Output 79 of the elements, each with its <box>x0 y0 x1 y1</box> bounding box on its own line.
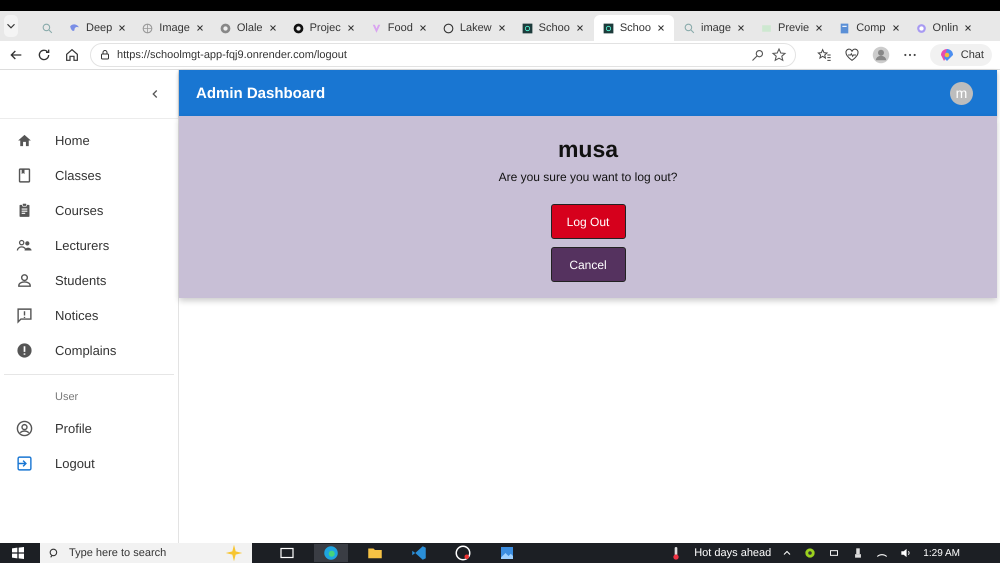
browser-tab[interactable]: Onlin <box>910 15 978 41</box>
nav-item[interactable]: Notices <box>0 298 178 333</box>
heart-pulse-icon[interactable] <box>844 47 860 63</box>
sparkle-icon <box>224 543 244 563</box>
tab-title: Image <box>159 22 190 34</box>
tab-title: Projec <box>310 22 341 34</box>
close-icon[interactable] <box>194 23 205 33</box>
circle-logo-icon <box>292 22 305 34</box>
browser-tab[interactable]: Previe <box>755 15 830 41</box>
profile-icon[interactable] <box>872 46 890 64</box>
chat-button[interactable]: Chat <box>930 44 992 66</box>
close-icon[interactable] <box>268 23 278 33</box>
circle-logo-icon <box>914 22 928 34</box>
close-icon[interactable] <box>117 23 128 33</box>
nav-item[interactable]: Profile <box>0 411 178 446</box>
search-placeholder: Type here to search <box>69 547 166 559</box>
tab-title: Schoo <box>620 22 652 34</box>
close-icon[interactable] <box>814 23 824 33</box>
tab-title: Deep <box>86 22 112 34</box>
key-icon[interactable] <box>750 48 765 62</box>
log-out-button[interactable]: Log Out <box>550 204 626 239</box>
browser-tab[interactable]: Schoo <box>516 15 590 41</box>
nav-item[interactable]: Lecturers <box>0 228 178 263</box>
close-icon[interactable] <box>346 23 356 33</box>
favorites-icon[interactable] <box>816 47 832 63</box>
tab-title: Previe <box>778 22 810 34</box>
close-icon[interactable] <box>574 23 585 33</box>
close-icon[interactable] <box>963 23 974 33</box>
browser-swirl-icon[interactable] <box>314 544 348 562</box>
circle-logo-icon <box>218 22 232 34</box>
browser-tab[interactable]: Food <box>364 15 433 41</box>
tab-title: Lakew <box>460 22 492 34</box>
search-icon <box>41 22 54 34</box>
lock-icon <box>99 49 111 61</box>
clock-time[interactable]: 1:29 AM <box>923 548 960 558</box>
nav-item[interactable]: Courses <box>0 193 178 228</box>
nav-item[interactable]: Complains <box>0 333 178 368</box>
close-icon[interactable] <box>418 23 428 33</box>
close-icon[interactable] <box>496 23 507 33</box>
username: musa <box>558 136 618 163</box>
tab-title: Schoo <box>538 22 570 34</box>
status-dot-icon[interactable] <box>803 546 818 560</box>
refresh-icon[interactable] <box>36 47 52 63</box>
browser-tab[interactable]: Image <box>136 15 210 41</box>
browser-tab[interactable]: Projec <box>286 15 361 41</box>
cancel-button[interactable]: Cancel <box>550 247 626 282</box>
windows-logo-icon[interactable] <box>10 545 26 561</box>
browser-tab[interactable]: Lakew <box>436 15 512 41</box>
tab-list-button[interactable] <box>4 15 18 37</box>
tab-title: Comp <box>856 22 886 34</box>
browser-tab[interactable]: Deep <box>63 15 132 41</box>
app-title: Admin Dashboard <box>196 84 326 102</box>
v-shape-icon <box>370 22 383 34</box>
browser-tab[interactable]: Comp <box>833 15 906 41</box>
confirm-question: Are you sure you want to log out? <box>498 170 678 184</box>
taskbar-search-field[interactable]: Type here to search <box>40 543 252 563</box>
nav-item[interactable]: Logout <box>0 446 178 481</box>
close-icon[interactable] <box>890 23 901 33</box>
tab-title: Olale <box>236 22 263 34</box>
globe-icon <box>141 22 154 34</box>
home-icon[interactable] <box>64 47 80 63</box>
address-field[interactable]: https://schoolmgt-app-fqj9.onrender.com/logout <box>90 43 796 67</box>
nav-item[interactable]: Students <box>0 263 178 298</box>
browser-tab[interactable]: Schoo <box>594 15 674 41</box>
url-text: https://schoolmgt-app-fqj9.onrender.com/logout <box>117 49 347 61</box>
star-icon[interactable] <box>770 47 787 63</box>
weather-text[interactable]: Hot days ahead <box>694 547 772 559</box>
close-icon[interactable] <box>736 23 746 33</box>
document-icon <box>838 22 852 34</box>
close-icon[interactable] <box>656 23 666 33</box>
nav-item[interactable]: Classes <box>0 158 178 193</box>
search-icon <box>683 22 696 34</box>
tab-title: Food <box>388 22 413 34</box>
section-title: User <box>54 390 80 405</box>
browser-tab[interactable]: image <box>678 15 751 41</box>
tab-title: Onlin <box>932 22 958 34</box>
nav-item[interactable]: Home <box>0 123 178 158</box>
tab-title: image <box>701 22 731 34</box>
browser-tab[interactable]: Olale <box>214 15 283 41</box>
